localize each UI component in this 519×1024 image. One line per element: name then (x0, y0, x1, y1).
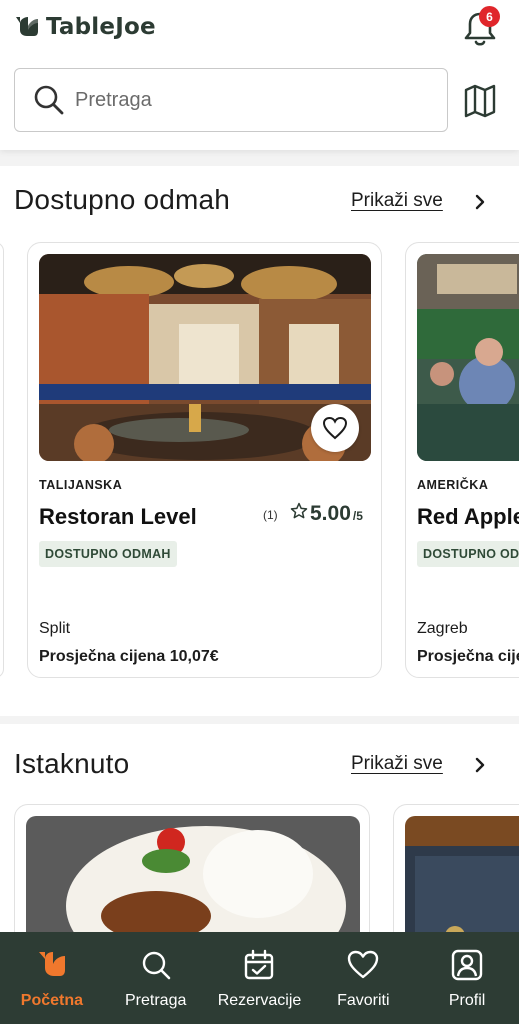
nav-label: Početna (20, 992, 84, 1009)
home-icon (38, 952, 65, 976)
restaurant-card[interactable]: TALIJANSKA Restoran Level (1) 5.00 /5 DO… (27, 242, 382, 678)
nav-label: Rezervacije (217, 992, 302, 1009)
restaurant-name: Restoran Level (39, 504, 197, 529)
nav-item-search[interactable]: Pretraga (104, 932, 208, 1024)
nav-item-reservations[interactable]: Rezervacije (208, 932, 312, 1024)
tablejoe-leaf-logo-icon (16, 17, 38, 36)
nav-label: Profil (448, 992, 486, 1009)
show-all-link[interactable]: Prikaži sve (351, 190, 443, 212)
review-count: (1) (263, 508, 278, 522)
rating: 5.00 /5 (290, 502, 363, 526)
status-badge: DOSTUPNO ODMAH (417, 541, 519, 567)
restaurant-card[interactable]: AMERIČKA Red Apple DOSTUPNO ODMAH Zagreb… (405, 242, 519, 678)
average-price: Prosječna cijena 10,07€ (39, 648, 219, 665)
restaurant-card[interactable] (0, 242, 4, 678)
search-icon (34, 85, 64, 115)
average-price: Prosječna cijena (417, 648, 519, 665)
map-icon[interactable] (460, 80, 500, 120)
cuisine-label: AMERIČKA (417, 478, 489, 492)
cuisine-label: TALIJANSKA (39, 478, 123, 492)
search-input[interactable] (75, 88, 405, 112)
city-label: Zagreb (417, 620, 468, 637)
restaurant-name: Red Apple (417, 504, 519, 529)
restaurant-photo (417, 254, 519, 461)
nav-item-favorites[interactable]: Favoriti (311, 932, 415, 1024)
profile-icon (451, 949, 483, 981)
nav-label: Pretraga (125, 992, 187, 1009)
app-header: TableJoe 6 (0, 0, 519, 150)
bottom-navigation: Početna Pretraga Rezervacije Favoriti Pr… (0, 932, 519, 1024)
notification-count-badge: 6 (479, 6, 500, 27)
heart-icon (322, 416, 348, 440)
restaurant-terrace-image (417, 254, 519, 461)
calendar-check-icon (245, 949, 274, 980)
chevron-right-icon[interactable] (470, 192, 490, 212)
chevron-right-icon[interactable] (470, 755, 490, 775)
show-all-link[interactable]: Prikaži sve (351, 753, 443, 775)
available-now-section: Dostupno odmah Prikaži sve TALIJANSKA Re… (0, 166, 519, 716)
nav-item-home[interactable]: Početna (0, 932, 104, 1024)
rating-max: /5 (352, 509, 363, 523)
search-bar[interactable] (14, 68, 448, 132)
rating-value: 5.00 (310, 502, 351, 525)
app-name: TableJoe (46, 14, 156, 40)
status-badge: DOSTUPNO ODMAH (39, 541, 177, 567)
app-logo[interactable]: TableJoe (14, 14, 156, 40)
section-title: Istaknuto (14, 748, 130, 779)
section-title: Dostupno odmah (14, 184, 231, 215)
heart-icon (348, 950, 379, 979)
favorite-button[interactable] (311, 404, 359, 452)
search-icon (142, 951, 170, 980)
nav-label: Favoriti (337, 992, 390, 1009)
city-label: Split (39, 620, 71, 637)
star-icon (290, 502, 308, 519)
nav-item-profile[interactable]: Profil (415, 932, 519, 1024)
